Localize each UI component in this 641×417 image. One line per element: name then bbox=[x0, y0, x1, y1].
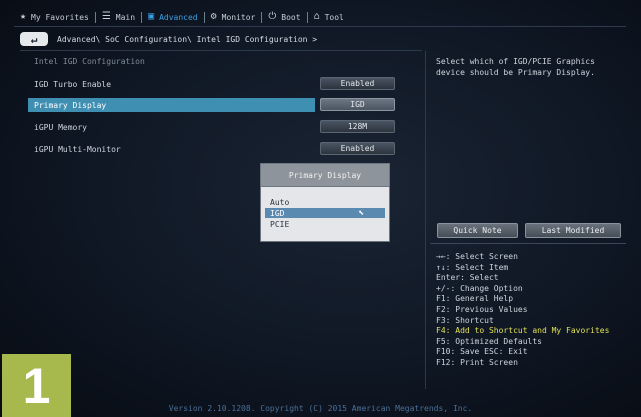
key-hint: Enter: Select bbox=[436, 273, 499, 283]
section-title: Intel IGD Configuration bbox=[34, 57, 145, 66]
setting-label: Primary Display bbox=[34, 100, 107, 110]
top-navigation: ★ My Favorites ☰ Main ▣ Advanced ⚙ Monit… bbox=[14, 8, 626, 27]
quick-note-button[interactable]: Quick Note bbox=[437, 223, 518, 238]
tab-label: Boot bbox=[281, 12, 301, 22]
tab-label: Tool bbox=[324, 12, 344, 22]
setting-row-igd-turbo[interactable]: IGD Turbo Enable bbox=[28, 77, 315, 91]
popup-option-pcie[interactable]: PCIE bbox=[265, 219, 385, 229]
setting-row-igpu-memory[interactable]: iGPU Memory bbox=[28, 120, 315, 134]
help-description: Select which of IGD/PCIE Graphics device… bbox=[436, 57, 595, 77]
tab-tool[interactable]: ⌂ Tool bbox=[308, 12, 350, 22]
setting-label: iGPU Memory bbox=[34, 122, 87, 132]
copyright-footer: Version 2.10.1208. Copyright (C) 2015 Am… bbox=[168, 404, 473, 413]
key-hint: F1: General Help bbox=[436, 294, 514, 304]
step-number-badge: 1 bbox=[2, 354, 71, 417]
key-hint: →←: Select Screen bbox=[436, 252, 518, 261]
igpu-memory-value-button[interactable]: 128M bbox=[320, 120, 395, 133]
tab-monitor[interactable]: ⚙ Monitor bbox=[205, 12, 262, 22]
key-hint: F5: Optimized Defaults bbox=[436, 336, 542, 346]
tab-boot[interactable]: ⏻ Boot bbox=[262, 12, 306, 22]
panel-separator bbox=[430, 243, 626, 244]
popup-option-igd[interactable]: IGD bbox=[265, 208, 385, 218]
key-hint: F2: Previous Values bbox=[436, 304, 528, 314]
igpu-multi-monitor-value-button[interactable]: Enabled bbox=[320, 142, 395, 155]
primary-display-value-button[interactable]: IGD bbox=[320, 98, 395, 111]
star-icon: ★ bbox=[20, 11, 27, 22]
breadcrumb: ↵ Advanced\ SoC Configuration\ Intel IGD… bbox=[20, 31, 317, 47]
list-icon: ☰ bbox=[101, 11, 111, 22]
popup-title: Primary Display bbox=[261, 164, 389, 187]
power-icon: ⏻ bbox=[268, 11, 277, 22]
key-hint-highlighted: F4: Add to Shortcut and My Favorites bbox=[436, 326, 610, 336]
setting-row-igpu-multi-monitor[interactable]: iGPU Multi-Monitor bbox=[28, 142, 315, 156]
tab-label: Main bbox=[115, 12, 136, 22]
tab-label: My Favorites bbox=[31, 12, 89, 22]
monitor-icon: ⚙ bbox=[210, 11, 217, 22]
setting-row-primary-display[interactable]: Primary Display bbox=[28, 98, 315, 112]
key-hint: F3: Shortcut bbox=[436, 315, 494, 325]
last-modified-button[interactable]: Last Modified bbox=[525, 223, 621, 238]
key-hint: F10: Save ESC: Exit bbox=[436, 347, 528, 357]
breadcrumb-path: Advanced\ SoC Configuration\ Intel IGD C… bbox=[57, 34, 318, 44]
igd-turbo-value-button[interactable]: Enabled bbox=[320, 77, 395, 90]
back-arrow-icon: ↵ bbox=[30, 32, 38, 46]
tool-icon: ⌂ bbox=[313, 11, 320, 22]
tab-my-favorites[interactable]: ★ My Favorites bbox=[14, 12, 95, 22]
key-hint: ↑↓: Select Item bbox=[436, 262, 509, 272]
advanced-icon: ▣ bbox=[148, 11, 155, 22]
key-hint: +/-: Change Option bbox=[436, 283, 523, 293]
setting-label: iGPU Multi-Monitor bbox=[34, 144, 121, 154]
back-button[interactable]: ↵ bbox=[20, 32, 48, 46]
tab-label: Advanced bbox=[159, 12, 198, 22]
divider bbox=[20, 50, 422, 51]
tab-label: Monitor bbox=[221, 12, 256, 22]
key-legend: →←: Select Screen ↑↓: Select Item Enter:… bbox=[436, 252, 609, 369]
primary-display-popup: Primary Display Auto IGD PCIE bbox=[260, 163, 390, 242]
tab-advanced[interactable]: ▣ Advanced bbox=[142, 12, 204, 22]
popup-option-auto[interactable]: Auto bbox=[265, 197, 385, 207]
mouse-cursor-icon: ⬉ bbox=[358, 208, 365, 219]
tab-main[interactable]: ☰ Main bbox=[96, 12, 141, 22]
key-hint: F12: Print Screen bbox=[436, 357, 518, 367]
setting-label: IGD Turbo Enable bbox=[34, 79, 112, 89]
panel-divider bbox=[425, 51, 426, 389]
